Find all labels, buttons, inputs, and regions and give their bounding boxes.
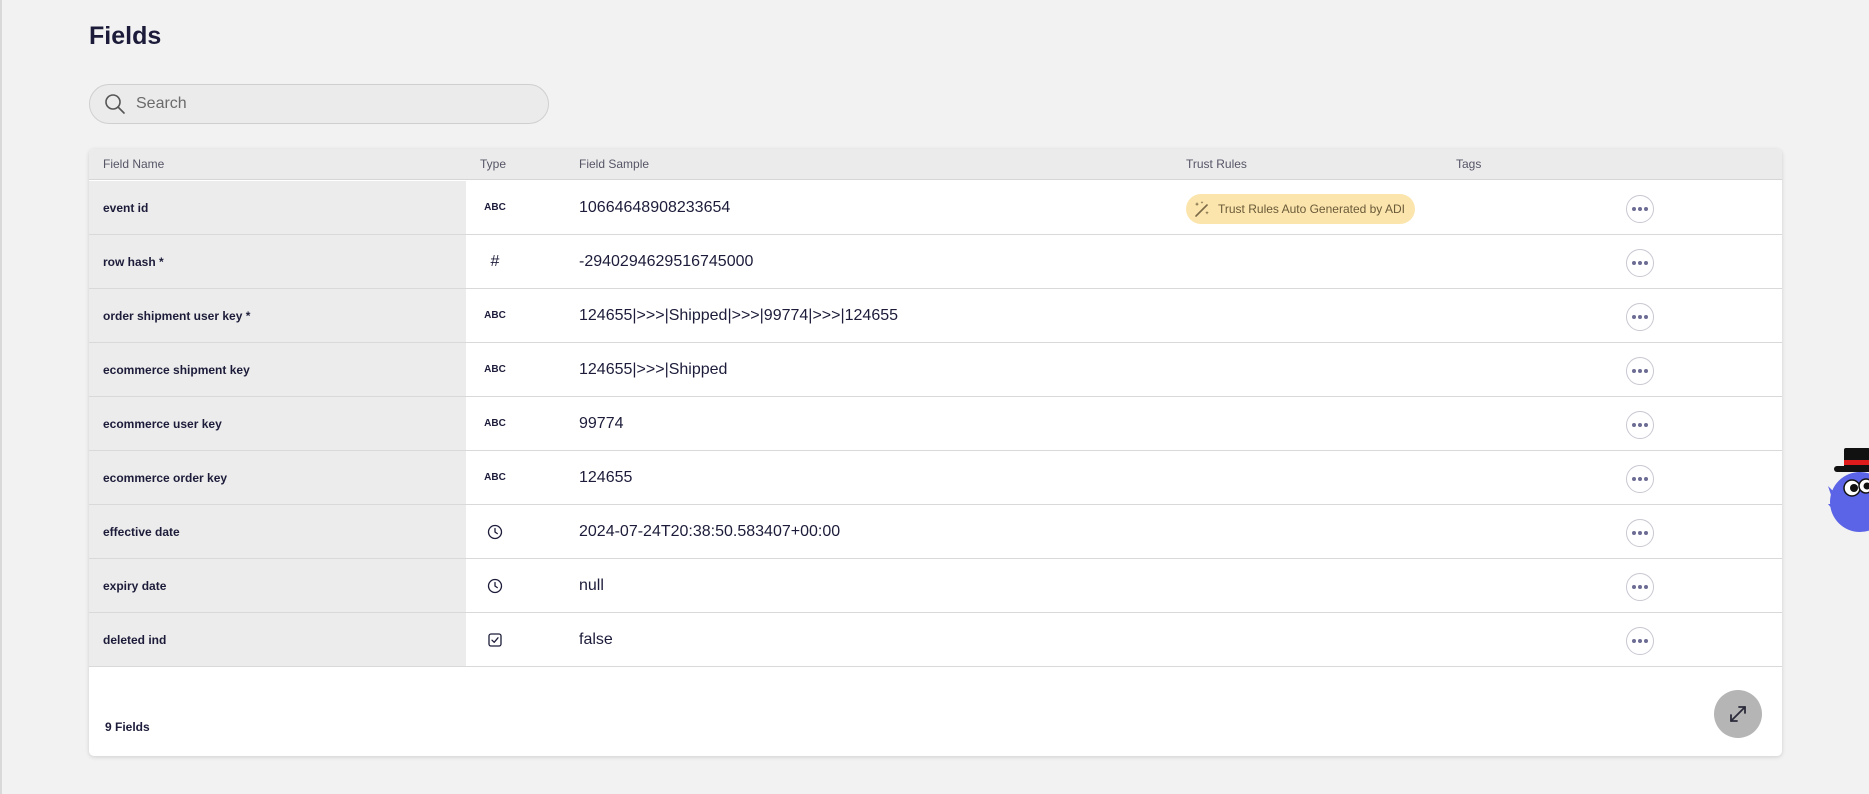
text-type-icon: ABC [484, 364, 506, 375]
row-actions-button[interactable] [1626, 249, 1654, 277]
table-row[interactable]: effective date 2024-07-24T20:38:50.58340… [89, 505, 1782, 559]
field-sample: false [579, 630, 613, 648]
row-actions-button[interactable] [1626, 303, 1654, 331]
number-type-icon: # [490, 252, 500, 270]
expand-button[interactable] [1714, 690, 1762, 738]
row-actions-button[interactable] [1626, 627, 1654, 655]
table-row[interactable]: ecommerce user key ABC 99774 [89, 397, 1782, 451]
text-type-icon: ABC [484, 472, 506, 483]
table-row[interactable]: row hash * # -2940294629516745000 [89, 235, 1782, 289]
field-name: ecommerce order key [103, 470, 228, 485]
clock-icon [483, 559, 507, 612]
row-actions-button[interactable] [1626, 195, 1654, 223]
column-header-trust-rules[interactable]: Trust Rules [1186, 157, 1247, 171]
field-sample: 124655|>>>|Shipped|>>>|99774|>>>|124655 [579, 306, 899, 324]
search-box[interactable] [89, 84, 549, 124]
field-name: expiry date [103, 578, 167, 593]
field-name: deleted ind [103, 632, 167, 647]
search-input[interactable] [136, 95, 516, 113]
trust-rules-badge[interactable]: Trust Rules Auto Generated by ADI [1186, 194, 1415, 224]
column-header-field-name[interactable]: Field Name [103, 157, 164, 171]
row-actions-button[interactable] [1626, 411, 1654, 439]
field-sample: null [579, 576, 604, 594]
expand-icon [1730, 706, 1746, 722]
column-header-field-sample[interactable]: Field Sample [579, 157, 649, 171]
field-sample: 124655|>>>|Shipped [579, 360, 728, 378]
text-type-icon: ABC [484, 310, 506, 321]
table-row[interactable]: order shipment user key * ABC 124655|>>>… [89, 289, 1782, 343]
text-type-icon: ABC [484, 418, 506, 429]
row-actions-button[interactable] [1626, 357, 1654, 385]
row-actions-button[interactable] [1626, 573, 1654, 601]
column-header-type[interactable]: Type [480, 157, 506, 171]
field-sample: -2940294629516745000 [579, 252, 754, 270]
assistant-mascot-button[interactable] [1828, 446, 1869, 538]
field-name: ecommerce user key [103, 416, 222, 431]
field-sample: 10664648908233654 [579, 198, 731, 216]
field-name: order shipment user key * [103, 308, 251, 323]
fields-table: Field Name Type Field Sample Trust Rules… [89, 149, 1782, 756]
field-sample: 124655 [579, 468, 633, 486]
table-row[interactable]: ecommerce shipment key ABC 124655|>>>|Sh… [89, 343, 1782, 397]
text-type-icon: ABC [484, 202, 506, 213]
field-name: effective date [103, 524, 180, 539]
column-header-tags[interactable]: Tags [1456, 157, 1481, 171]
table-row[interactable]: ecommerce order key ABC 124655 [89, 451, 1782, 505]
trust-rules-badge-label: Trust Rules Auto Generated by ADI [1218, 202, 1405, 216]
clock-icon [483, 505, 507, 558]
table-row[interactable]: expiry date null [89, 559, 1782, 613]
row-actions-button[interactable] [1626, 519, 1654, 547]
field-name: ecommerce shipment key [103, 362, 250, 377]
field-name: event id [103, 200, 149, 215]
mascot-icon [1828, 448, 1869, 532]
magic-wand-icon [1194, 201, 1209, 217]
page-title: Fields [89, 22, 162, 50]
search-icon [103, 92, 127, 116]
table-row[interactable]: event id ABC 10664648908233654 Trust Rul… [89, 181, 1782, 235]
field-sample: 2024-07-24T20:38:50.583407+00:00 [579, 522, 841, 540]
field-count: 9 Fields [105, 720, 150, 734]
row-actions-button[interactable] [1626, 465, 1654, 493]
table-header: Field Name Type Field Sample Trust Rules… [89, 149, 1782, 180]
checkbox-icon [483, 613, 507, 666]
field-name: row hash * [103, 254, 164, 269]
table-row[interactable]: deleted ind false [89, 613, 1782, 667]
window-edge [0, 0, 2, 794]
field-sample: 99774 [579, 414, 624, 432]
